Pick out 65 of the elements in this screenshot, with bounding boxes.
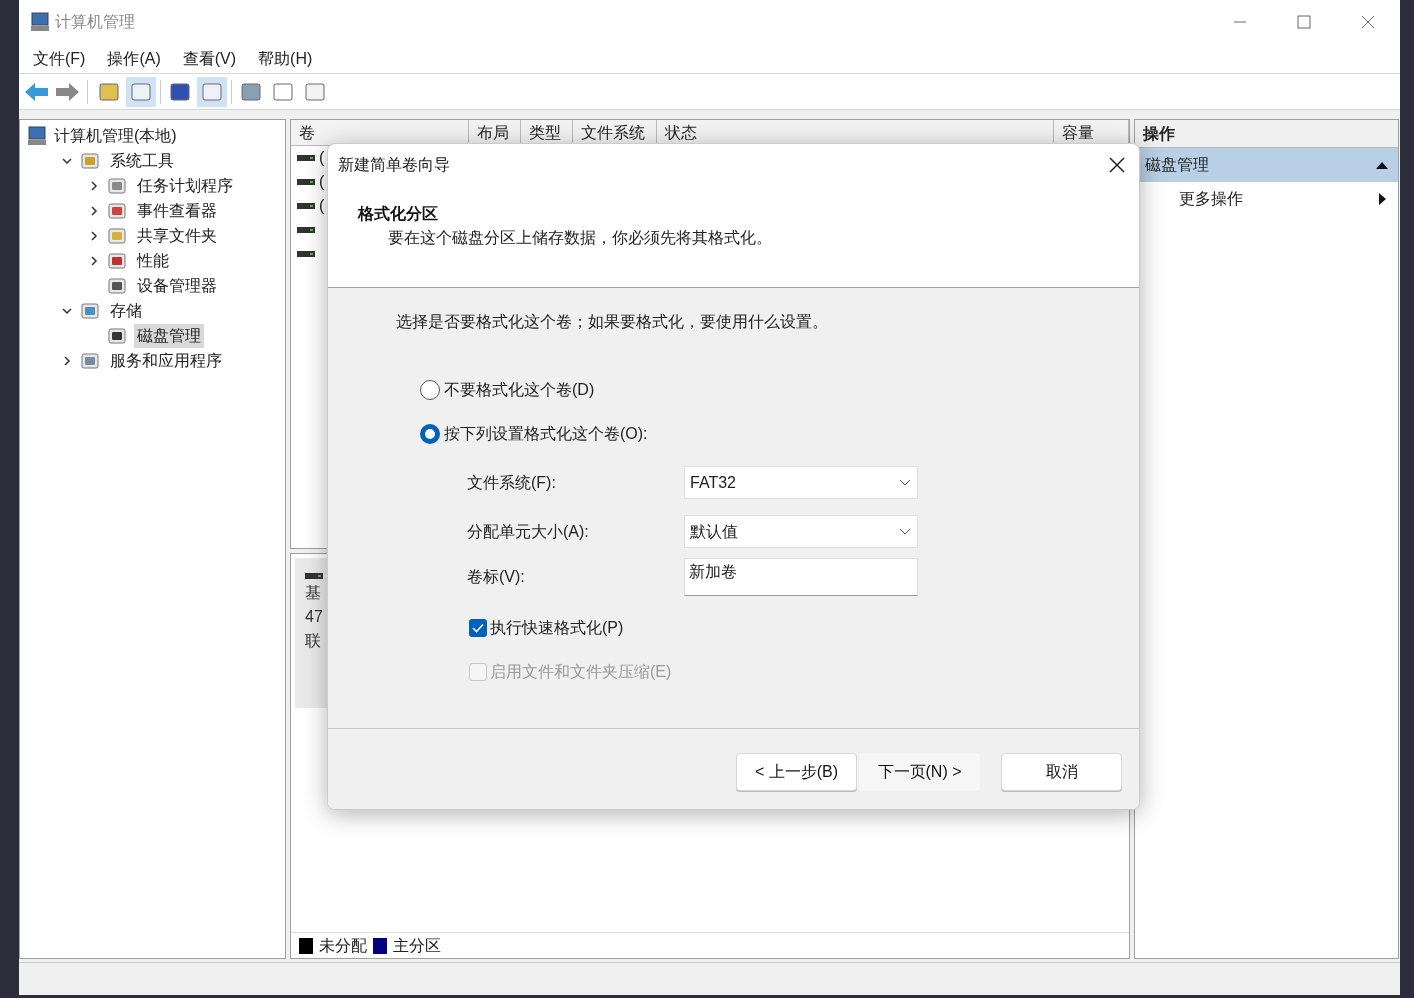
action-link[interactable]: 更多操作 [1179, 187, 1243, 211]
dialog-button[interactable]: 下一页(N) > [859, 753, 980, 791]
tree-item[interactable]: 存储 [107, 298, 145, 323]
tree-item[interactable]: 性能 [134, 248, 172, 273]
radio-button[interactable] [420, 424, 440, 444]
radio-label[interactable]: 不要格式化这个卷(D) [444, 378, 595, 402]
checkbox-label[interactable]: 执行快速格式化(P) [490, 616, 624, 640]
dialog-button[interactable]: 取消 [1001, 753, 1122, 791]
chevron-down-icon [899, 527, 911, 536]
legend-label: 主分区 [393, 935, 441, 956]
field-label: 卷标(V): [467, 567, 526, 587]
drive-icon [297, 178, 315, 186]
dropdown[interactable]: 默认值 [684, 515, 918, 548]
window-title: 计算机管理 [55, 12, 135, 32]
tree-item[interactable]: 系统工具 [107, 148, 177, 173]
radio-label[interactable]: 按下列设置格式化这个卷(O): [444, 422, 648, 446]
tree-item[interactable]: 共享文件夹 [134, 223, 220, 248]
checkbox[interactable] [469, 619, 487, 637]
chevron-right-icon[interactable] [88, 254, 100, 267]
drive-icon [297, 226, 315, 234]
disk-info-text: 基 [305, 583, 322, 603]
drive-icon [297, 154, 315, 162]
table-cell[interactable]: ( [319, 170, 325, 194]
field-label: 分配单元大小(A): [467, 521, 590, 542]
chevron-right-icon[interactable] [61, 354, 73, 367]
dropdown[interactable]: FAT32 [684, 466, 918, 499]
field-label: 文件系统(F): [467, 472, 557, 493]
triangle-up-icon[interactable] [1376, 161, 1388, 169]
panel-header: 操作 [1143, 123, 1175, 144]
drive-icon [297, 202, 315, 210]
triangle-right-icon[interactable] [1379, 193, 1386, 205]
chevron-right-icon[interactable] [88, 179, 100, 192]
dialog-button[interactable]: < 上一步(B) [736, 753, 857, 791]
table-cell[interactable]: ( [319, 146, 325, 170]
chevron-right-icon[interactable] [88, 204, 100, 217]
tree-item[interactable]: 服务和应用程序 [107, 348, 225, 373]
chevron-right-icon[interactable] [88, 229, 100, 242]
close-icon [1361, 15, 1375, 29]
drive-icon [305, 572, 323, 580]
menu-item[interactable]: 文件(F) [33, 46, 86, 71]
tree-item[interactable]: 磁盘管理 [134, 323, 204, 348]
menu-item[interactable]: 操作(A) [107, 46, 161, 71]
disk-info-text: 联 [305, 631, 322, 651]
disk-info-text: 47 [305, 607, 324, 627]
dialog-title: 新建简单卷向导 [338, 155, 450, 175]
tree-item[interactable]: 任务计划程序 [134, 173, 236, 198]
input-field[interactable]: 新加卷 [684, 558, 918, 596]
computer-icon [26, 124, 48, 147]
table-cell[interactable]: ( [319, 194, 325, 218]
close-icon [1109, 157, 1125, 173]
drive-icon [297, 250, 315, 258]
menu-item[interactable]: 查看(V) [182, 46, 237, 71]
legend-label: 未分配 [319, 935, 367, 956]
tree-item[interactable]: 计算机管理(本地) [54, 123, 177, 148]
computer-icon [29, 11, 51, 33]
checkmark-icon [472, 623, 484, 633]
menu-item[interactable]: 帮助(H) [258, 46, 313, 71]
tree-item[interactable]: 事件查看器 [134, 198, 220, 223]
maximize-icon [1297, 15, 1311, 29]
page-description: 要在这个磁盘分区上储存数据，你必须先将其格式化。 [387, 228, 773, 248]
tree-item[interactable]: 设备管理器 [134, 273, 220, 298]
instruction-text: 选择是否要格式化这个卷；如果要格式化，要使用什么设置。 [396, 312, 829, 332]
radio-button[interactable] [420, 380, 440, 400]
chevron-down-icon [899, 478, 911, 487]
page-heading: 格式化分区 [358, 204, 439, 224]
